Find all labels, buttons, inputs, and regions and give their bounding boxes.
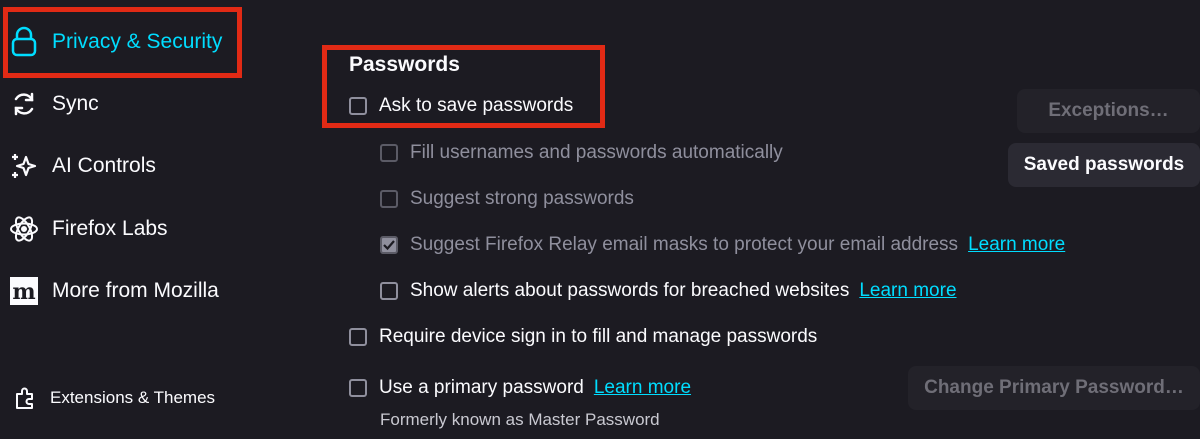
sidebar-item-firefox-labs[interactable]: Firefox Labs	[8, 205, 168, 253]
sidebar-item-extensions-themes[interactable]: Extensions & Themes	[8, 374, 215, 422]
fill-automatically-label: Fill usernames and passwords automatical…	[410, 142, 783, 163]
section-title-passwords: Passwords	[349, 53, 460, 76]
breach-alerts-label: Show alerts about passwords for breached…	[410, 280, 850, 301]
svg-text:m: m	[12, 279, 35, 305]
ask-to-save-label: Ask to save passwords	[379, 95, 574, 116]
device-signin-checkbox[interactable]	[349, 328, 367, 346]
primary-learn-more-link[interactable]: Learn more	[594, 377, 691, 399]
relay-masks-row[interactable]: Suggest Firefox Relay email masks to pro…	[380, 234, 1065, 256]
sidebar-item-more-from-mozilla[interactable]: m More from Mozilla	[8, 267, 219, 315]
primary-password-label: Use a primary password	[379, 377, 584, 398]
sidebar-item-label: More from Mozilla	[52, 279, 219, 302]
atom-icon	[8, 213, 40, 245]
suggest-strong-label: Suggest strong passwords	[410, 188, 634, 209]
fill-automatically-checkbox[interactable]	[380, 144, 398, 162]
sidebar-item-label: Sync	[52, 92, 99, 115]
check-icon	[383, 240, 395, 251]
sidebar-item-ai-controls[interactable]: AI Controls	[8, 142, 156, 190]
sidebar-item-label: Extensions & Themes	[50, 388, 216, 407]
suggest-strong-row[interactable]: Suggest strong passwords	[380, 188, 634, 210]
primary-password-note: Formerly known as Master Password	[380, 410, 660, 429]
relay-masks-checkbox[interactable]	[380, 236, 398, 254]
sidebar-item-label: AI Controls	[52, 154, 156, 177]
sidebar-item-label: Privacy & Security	[52, 30, 223, 53]
ask-to-save-passwords-row[interactable]: Ask to save passwords	[349, 95, 573, 117]
sparkle-icon	[8, 150, 40, 182]
sync-icon	[8, 88, 40, 120]
device-signin-label: Require device sign in to fill and manag…	[379, 326, 818, 347]
sidebar-item-label: Firefox Labs	[52, 217, 168, 240]
exceptions-button[interactable]: Exceptions…	[1017, 89, 1200, 133]
breach-alerts-row[interactable]: Show alerts about passwords for breached…	[380, 280, 957, 302]
change-primary-password-button[interactable]: Change Primary Password…	[908, 366, 1200, 410]
breach-learn-more-link[interactable]: Learn more	[859, 280, 956, 302]
relay-learn-more-link[interactable]: Learn more	[968, 234, 1065, 256]
breach-alerts-checkbox[interactable]	[380, 282, 398, 300]
relay-masks-label: Suggest Firefox Relay email masks to pro…	[410, 234, 959, 255]
mozilla-m-icon: m	[8, 275, 40, 307]
primary-password-row[interactable]: Use a primary password Learn more	[349, 377, 691, 399]
fill-automatically-row[interactable]: Fill usernames and passwords automatical…	[380, 142, 783, 164]
sidebar-item-sync[interactable]: Sync	[8, 80, 99, 128]
ask-to-save-checkbox[interactable]	[349, 97, 367, 115]
lock-icon	[8, 26, 40, 58]
sidebar-item-privacy-security[interactable]: Privacy & Security	[8, 18, 222, 66]
suggest-strong-checkbox[interactable]	[380, 190, 398, 208]
saved-passwords-button[interactable]: Saved passwords	[1008, 143, 1200, 187]
primary-password-checkbox[interactable]	[349, 379, 367, 397]
device-signin-row[interactable]: Require device sign in to fill and manag…	[349, 326, 817, 348]
puzzle-icon	[12, 385, 38, 411]
